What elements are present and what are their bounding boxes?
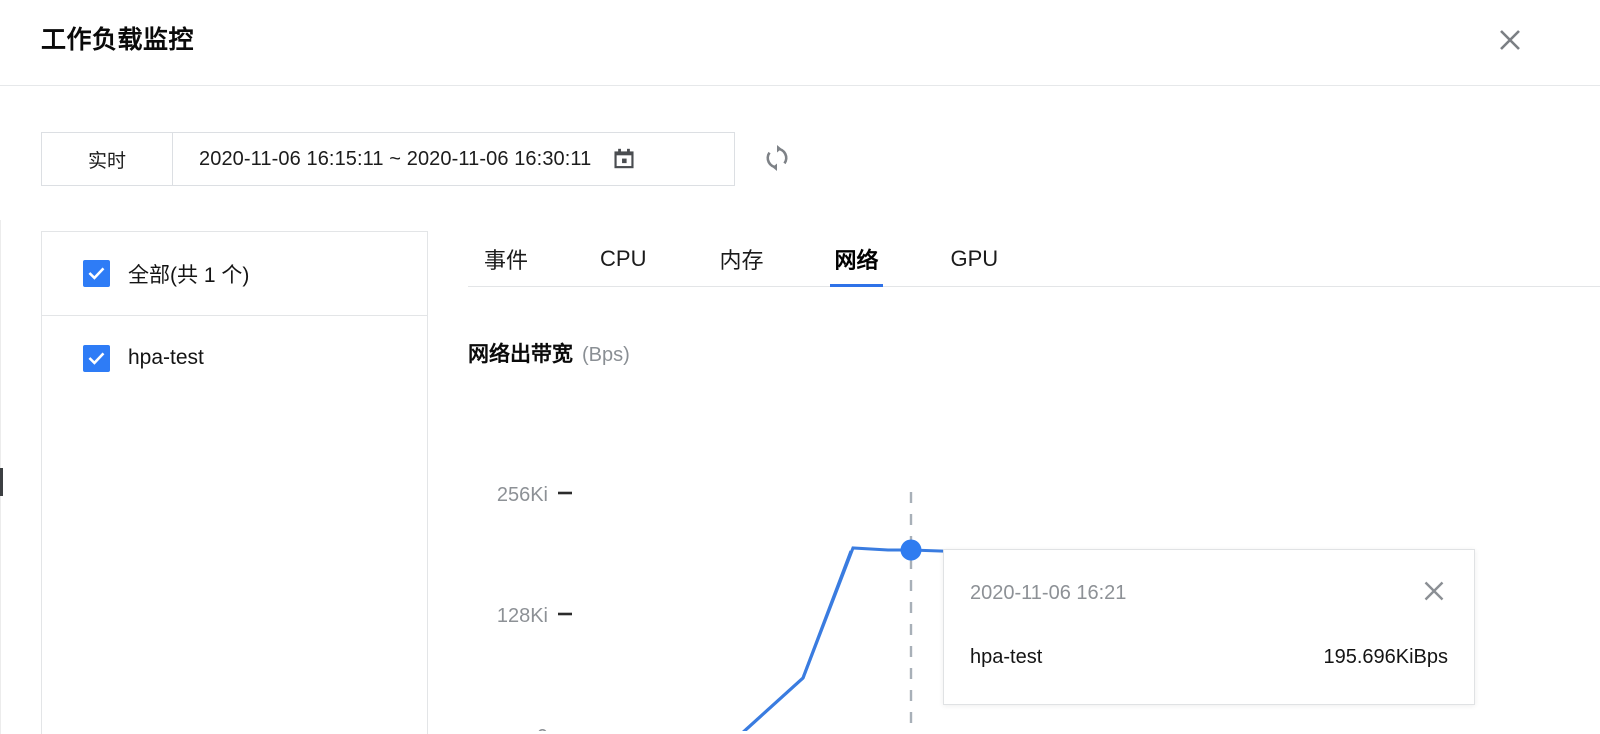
tab-label: 内存	[719, 247, 764, 273]
checkbox-select-all[interactable]	[83, 260, 110, 287]
modal-header: 工作负载监控	[0, 0, 1600, 86]
tab-gpu[interactable]: GPU	[951, 231, 999, 286]
tab-memory[interactable]: 内存	[719, 231, 763, 286]
tab-label: 网络	[834, 247, 879, 273]
series-point-marker-hpa-test	[900, 539, 922, 561]
realtime-mode-button[interactable]: 实时	[41, 132, 173, 186]
series-line-hpa-test-path	[742, 550, 853, 731]
close-icon	[1421, 578, 1447, 609]
chart-title: 网络出带宽	[468, 343, 573, 366]
tooltip-series-value: 195.696KiBps	[1323, 646, 1448, 668]
chart-unit-label: (Bps)	[582, 344, 630, 366]
refresh-button[interactable]	[757, 140, 797, 180]
workload-monitor-modal: 工作负载监控 实时 2020-11-06 16:15:11 ~ 2020-11-…	[0, 0, 1600, 734]
realtime-mode-label: 实时	[87, 150, 126, 172]
list-item-label: hpa-test	[128, 346, 204, 369]
time-picker-group: 实时 2020-11-06 16:15:11 ~ 2020-11-06 16:3…	[41, 132, 735, 186]
tooltip-header: 2020-11-06 16:21	[970, 579, 1448, 607]
y-axis-tick-128ki: 128Ki	[497, 605, 548, 627]
tab-label: GPU	[950, 245, 999, 271]
y-axis-tick-256ki: 256Ki	[497, 484, 548, 506]
chart-header: 网络出带宽 (Bps)	[468, 338, 630, 368]
calendar-icon[interactable]	[611, 146, 637, 172]
tooltip-series-name: hpa-test	[970, 646, 1043, 668]
close-modal-button[interactable]	[1492, 22, 1528, 58]
tab-cpu[interactable]: CPU	[600, 231, 646, 286]
tab-label: 事件	[484, 247, 529, 273]
metric-tabs: 事件 CPU 内存 网络 GPU	[468, 231, 1600, 287]
page-title: 工作负载监控	[41, 26, 195, 54]
list-item-hpa-test[interactable]: hpa-test	[42, 316, 427, 400]
time-toolbar: 实时 2020-11-06 16:15:11 ~ 2020-11-06 16:3…	[41, 132, 735, 186]
list-item-label: 全部(共 1 个)	[128, 263, 250, 287]
tooltip-body: hpa-test 195.696KiBps	[970, 646, 1448, 669]
y-axis-tick-0: 0	[537, 726, 548, 731]
list-item-select-all[interactable]: 全部(共 1 个)	[42, 232, 427, 316]
close-icon	[1496, 26, 1524, 54]
tab-events[interactable]: 事件	[484, 231, 528, 286]
workload-list-panel: 全部(共 1 个) hpa-test	[41, 231, 428, 734]
checkbox-hpa-test[interactable]	[83, 344, 110, 372]
tooltip-timestamp: 2020-11-06 16:21	[970, 581, 1127, 604]
tooltip-close-button[interactable]	[1420, 579, 1448, 607]
refresh-icon	[762, 143, 792, 178]
time-range-input[interactable]: 2020-11-06 16:15:11 ~ 2020-11-06 16:30:1…	[173, 132, 735, 186]
chart-tooltip[interactable]: 2020-11-06 16:21 hpa-test 195.696KiBps	[943, 549, 1475, 705]
tab-network[interactable]: 网络	[830, 231, 883, 287]
time-range-value: 2020-11-06 16:15:11 ~ 2020-11-06 16:30:1…	[199, 147, 592, 170]
tab-label: CPU	[600, 245, 647, 271]
left-edge-drag-handle[interactable]	[0, 468, 3, 496]
